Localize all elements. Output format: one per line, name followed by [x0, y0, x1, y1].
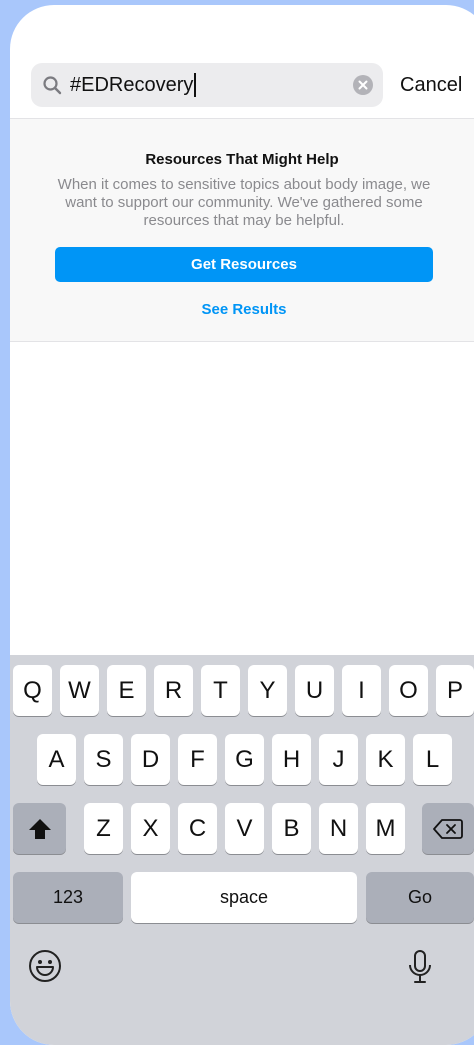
- key-p[interactable]: P: [436, 665, 474, 716]
- key-f[interactable]: F: [178, 734, 217, 785]
- key-i[interactable]: I: [342, 665, 381, 716]
- key-z[interactable]: Z: [84, 803, 123, 854]
- emoji-icon[interactable]: [28, 949, 62, 983]
- key-v[interactable]: V: [225, 803, 264, 854]
- numbers-key[interactable]: 123: [13, 872, 123, 923]
- keyboard: Q W E R T Y U I O P A S D F G H J K L Z …: [10, 655, 474, 1045]
- key-q[interactable]: Q: [13, 665, 52, 716]
- search-bar[interactable]: #EDRecovery: [31, 63, 383, 107]
- cancel-button[interactable]: Cancel: [400, 73, 462, 97]
- backspace-icon: [433, 818, 463, 839]
- key-u[interactable]: U: [295, 665, 334, 716]
- key-l[interactable]: L: [413, 734, 452, 785]
- key-a[interactable]: A: [37, 734, 76, 785]
- key-m[interactable]: M: [366, 803, 405, 854]
- clear-icon[interactable]: [353, 75, 373, 95]
- key-r[interactable]: R: [154, 665, 193, 716]
- key-g[interactable]: G: [225, 734, 264, 785]
- search-icon: [43, 76, 62, 95]
- search-input[interactable]: #EDRecovery: [70, 73, 197, 97]
- see-results-link[interactable]: See Results: [10, 301, 474, 318]
- key-s[interactable]: S: [84, 734, 123, 785]
- key-j[interactable]: J: [319, 734, 358, 785]
- key-x[interactable]: X: [131, 803, 170, 854]
- key-c[interactable]: C: [178, 803, 217, 854]
- key-y[interactable]: Y: [248, 665, 287, 716]
- shift-icon: [28, 818, 51, 839]
- key-h[interactable]: H: [272, 734, 311, 785]
- shift-key[interactable]: [13, 803, 66, 854]
- go-key[interactable]: Go: [366, 872, 474, 923]
- space-key[interactable]: space: [131, 872, 357, 923]
- numbers-key-label: 123: [52, 887, 84, 907]
- resources-title: Resources That Might Help: [145, 151, 339, 168]
- get-resources-button[interactable]: Get Resources: [55, 247, 433, 282]
- key-b[interactable]: B: [272, 803, 311, 854]
- key-o[interactable]: O: [389, 665, 428, 716]
- key-t[interactable]: T: [201, 665, 240, 716]
- microphone-icon[interactable]: [407, 949, 433, 985]
- search-query: #EDRecovery: [70, 74, 194, 96]
- key-d[interactable]: D: [131, 734, 170, 785]
- key-e[interactable]: E: [107, 665, 146, 716]
- text-caret: [194, 73, 197, 97]
- space-key-label: space: [219, 887, 269, 907]
- key-w[interactable]: W: [60, 665, 99, 716]
- key-n[interactable]: N: [319, 803, 358, 854]
- go-key-label: Go: [407, 887, 432, 907]
- backspace-key[interactable]: [422, 803, 474, 854]
- key-k[interactable]: K: [366, 734, 405, 785]
- phone-screen: #EDRecovery Cancel Resources That Might …: [10, 5, 474, 1045]
- divider: [10, 341, 474, 342]
- resources-description: When it comes to sensitive topics about …: [57, 176, 431, 229]
